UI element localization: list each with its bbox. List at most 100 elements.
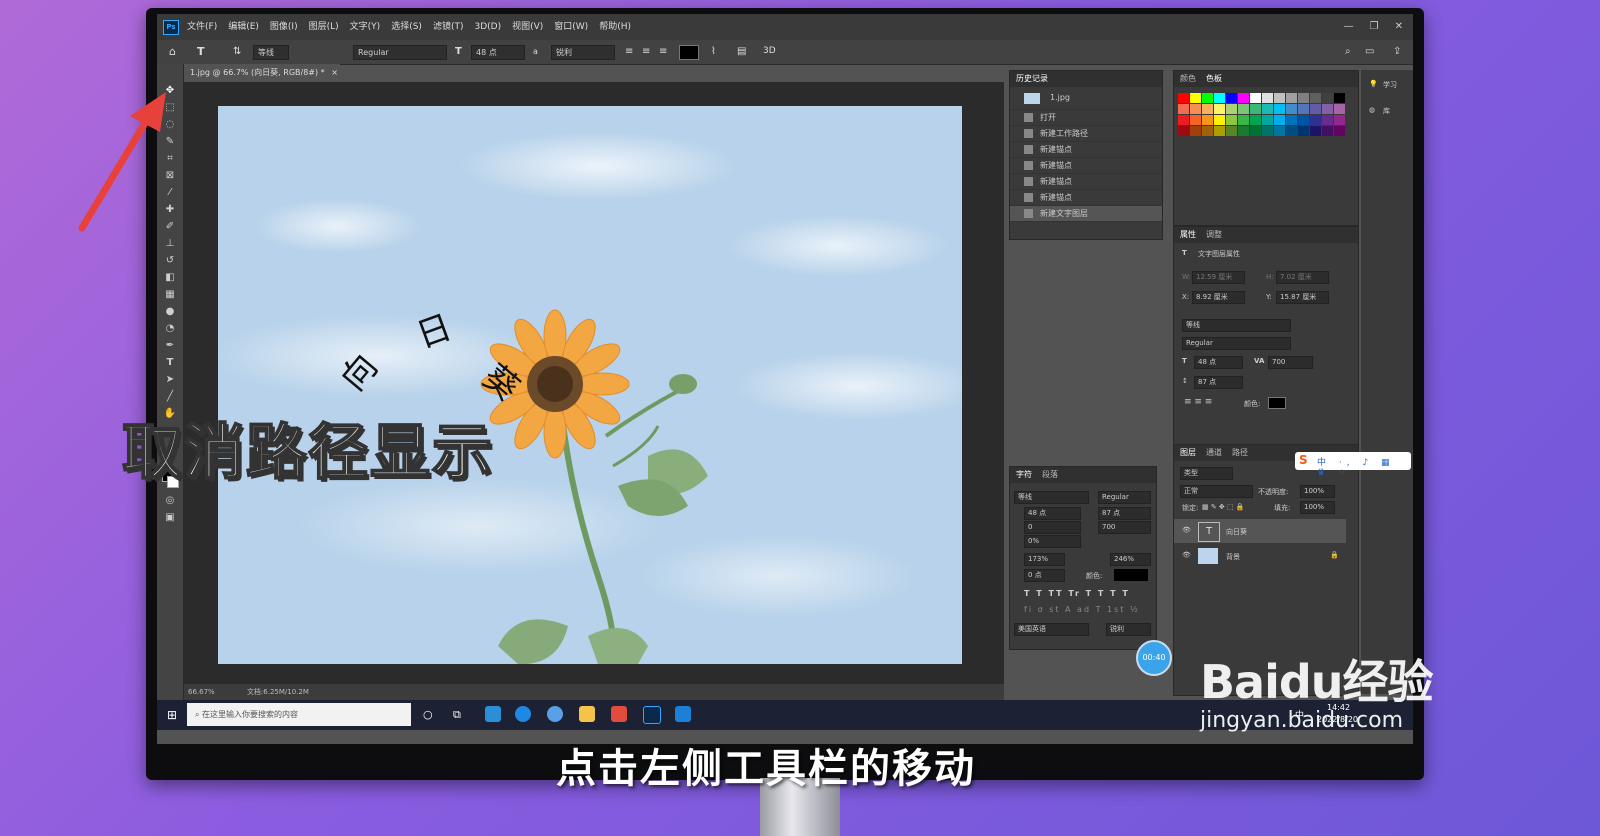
stamp-tool-icon[interactable]: ⊥ <box>163 237 177 251</box>
eraser-tool-icon[interactable]: ◧ <box>163 271 177 285</box>
color-swatch[interactable] <box>1250 115 1261 125</box>
blend-mode-select[interactable]: 正常 <box>1180 485 1253 498</box>
color-swatch[interactable] <box>1274 126 1285 136</box>
tab-paths[interactable]: 路径 <box>1232 445 1248 461</box>
color-swatch[interactable] <box>1286 126 1297 136</box>
history-item[interactable]: 新建锚点 <box>1010 142 1162 158</box>
char-style-buttons[interactable]: T T TT Tr T T T T <box>1024 589 1130 598</box>
color-swatch[interactable] <box>1226 115 1237 125</box>
color-swatch[interactable] <box>1310 126 1321 136</box>
windows-start-icon[interactable]: ⊞ <box>167 708 177 722</box>
warp-text-icon[interactable]: ⌇ <box>711 45 716 58</box>
app-icon[interactable] <box>485 706 501 722</box>
quick-mask-icon[interactable]: ◎ <box>163 494 177 508</box>
screen-mode-icon[interactable]: ▣ <box>163 511 177 525</box>
tracking-field[interactable]: 700 <box>1268 356 1313 369</box>
gradient-tool-icon[interactable]: ▦ <box>163 288 177 302</box>
color-swatch[interactable] <box>1202 93 1213 103</box>
menu-item[interactable]: 滤镜(T) <box>433 14 464 40</box>
line-tool-icon[interactable]: ╱ <box>163 390 177 404</box>
opentype-buttons[interactable]: fi σ st A ad T 1st ½ <box>1024 605 1140 614</box>
color-swatch[interactable] <box>1298 104 1309 114</box>
x-field[interactable]: 8.92 厘米 <box>1192 291 1245 304</box>
color-swatch[interactable] <box>1274 93 1285 103</box>
color-swatch[interactable] <box>1190 115 1201 125</box>
library-icon[interactable]: ◍ <box>1369 106 1375 114</box>
lock-icons[interactable]: ▦ ✎ ✥ ⬚ 🔒 <box>1202 503 1245 511</box>
color-swatch[interactable] <box>1274 104 1285 114</box>
type-tool-icon[interactable]: T <box>163 356 177 370</box>
blur-tool-icon[interactable]: ● <box>163 305 177 319</box>
learn-label[interactable]: 学习 <box>1383 80 1397 90</box>
wps-icon[interactable] <box>611 706 627 722</box>
panel-toggle-icon[interactable]: ▤ <box>737 45 746 58</box>
history-brush-tool-icon[interactable]: ↺ <box>163 254 177 268</box>
tab-properties[interactable]: 属性 <box>1180 227 1196 243</box>
tab-adjustments[interactable]: 调整 <box>1206 227 1222 243</box>
menu-item[interactable]: 选择(S) <box>391 14 422 40</box>
text-color-swatch[interactable] <box>679 45 699 60</box>
tab-channels[interactable]: 通道 <box>1206 445 1222 461</box>
tab-character[interactable]: 字符 <box>1016 467 1032 483</box>
color-swatch[interactable] <box>1226 93 1237 103</box>
color-swatch[interactable] <box>1274 115 1285 125</box>
font-style-select[interactable]: Regular <box>353 45 447 60</box>
ime-tools-icons[interactable]: 中 ·, ♪ ▦ ♛ ⁘ <box>1317 455 1411 478</box>
color-swatch[interactable] <box>1262 115 1273 125</box>
type-tool-icon[interactable]: T <box>197 45 205 58</box>
layer-filter-select[interactable]: 类型 <box>1180 467 1233 480</box>
menu-item[interactable]: 图像(I) <box>270 14 298 40</box>
history-item[interactable]: 打开 <box>1010 110 1162 126</box>
menu-item[interactable]: 图层(L) <box>309 14 339 40</box>
font-size-select[interactable]: 48 点 <box>471 45 525 60</box>
color-swatch[interactable] <box>1238 126 1249 136</box>
menu-item[interactable]: 3D(D) <box>474 14 501 40</box>
menu-item[interactable]: 编辑(E) <box>228 14 259 40</box>
color-swatch[interactable] <box>1286 104 1297 114</box>
color-swatch[interactable] <box>1214 104 1225 114</box>
antialias-select[interactable]: 锐利 <box>551 45 615 60</box>
char-leading-field[interactable]: 87 点 <box>1098 507 1151 520</box>
font-family-select[interactable]: 等线 <box>1182 319 1291 332</box>
visibility-eye-icon[interactable]: 👁 <box>1182 551 1191 559</box>
app-icon[interactable] <box>675 706 691 722</box>
menu-item[interactable]: 视图(V) <box>512 14 543 40</box>
sogou-ime-toolbar[interactable]: S 中 ·, ♪ ▦ ♛ ⁘ <box>1295 452 1411 478</box>
color-swatch[interactable] <box>1214 115 1225 125</box>
close-button[interactable]: ✕ <box>1395 14 1403 40</box>
path-select-tool-icon[interactable]: ➤ <box>163 373 177 387</box>
history-item[interactable]: 新建文字图层 <box>1010 206 1162 222</box>
tab-paragraph[interactable]: 段落 <box>1042 467 1058 483</box>
edge-browser-icon[interactable] <box>515 706 531 722</box>
color-swatch[interactable] <box>1262 93 1273 103</box>
color-swatch[interactable] <box>1334 93 1345 103</box>
orientation-icon[interactable]: ⇅ <box>233 45 241 58</box>
tab-color[interactable]: 颜色 <box>1180 71 1196 87</box>
color-swatch[interactable] <box>1262 104 1273 114</box>
menu-item[interactable]: 帮助(H) <box>599 14 631 40</box>
opacity-field[interactable]: 100% <box>1300 485 1335 498</box>
color-swatch[interactable] <box>1286 115 1297 125</box>
char-aa-select[interactable]: 锐利 <box>1106 623 1151 636</box>
restore-button[interactable]: ❐ <box>1370 14 1379 40</box>
color-swatch[interactable] <box>1226 126 1237 136</box>
menu-item[interactable]: 文件(F) <box>187 14 217 40</box>
align-left-icon[interactable]: ≡ <box>625 45 633 58</box>
taskbar-search[interactable]: ⌕ 在这里输入你要搜索的内容 <box>187 703 411 726</box>
history-item[interactable]: 新建锚点 <box>1010 158 1162 174</box>
color-swatch[interactable] <box>1322 104 1333 114</box>
file-explorer-icon[interactable] <box>579 706 595 722</box>
color-swatch[interactable] <box>1190 93 1201 103</box>
home-icon[interactable]: ⌂ <box>169 45 176 58</box>
paragraph-align-icons[interactable]: ≡ ≡ ≡ <box>1184 397 1212 407</box>
color-swatch[interactable] <box>1262 126 1273 136</box>
font-size-field[interactable]: 48 点 <box>1194 356 1243 369</box>
color-swatch[interactable] <box>1178 115 1189 125</box>
3d-button[interactable]: 3D <box>763 45 776 58</box>
color-swatch[interactable] <box>1202 104 1213 114</box>
pen-tool-icon[interactable]: ✒ <box>163 339 177 353</box>
fill-field[interactable]: 100% <box>1300 501 1335 514</box>
photoshop-taskbar-icon[interactable] <box>643 706 661 724</box>
color-swatch[interactable] <box>1334 104 1345 114</box>
tab-layers[interactable]: 图层 <box>1180 445 1196 461</box>
